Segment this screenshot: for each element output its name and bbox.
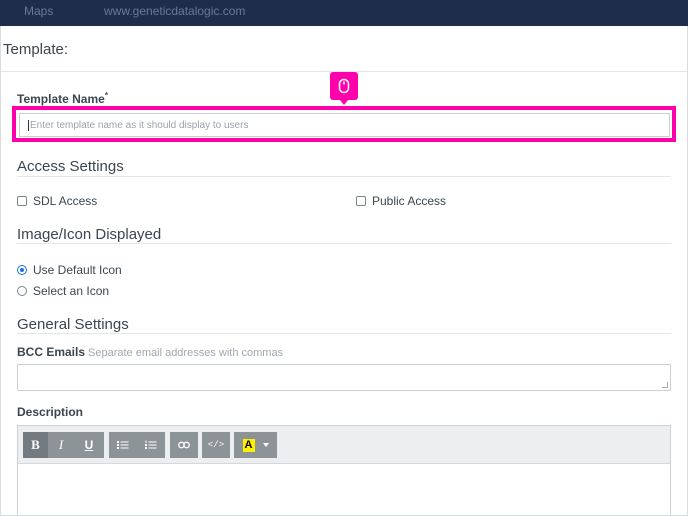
nav-maps-link[interactable]: Maps [24,4,53,18]
underline-button[interactable]: U [74,432,104,458]
sdl-access-label: SDL Access [33,194,98,208]
sdl-access-checkbox[interactable] [17,196,27,206]
select-icon-radio-row[interactable]: Select an Icon [17,284,109,298]
resize-grip-icon[interactable] [662,382,668,388]
bcc-emails-label-text: BCC Emails [17,345,86,359]
public-access-label: Public Access [372,194,447,208]
code-button[interactable]: </> [202,432,230,458]
general-settings-heading: General Settings [17,316,129,333]
bcc-emails-label: BCC Emails Separate email addresses with … [17,345,283,359]
public-access-checkbox[interactable] [356,196,366,206]
italic-button[interactable]: I [48,432,74,458]
mouse-icon [338,78,350,94]
access-settings-heading: Access Settings [17,158,124,175]
bullet-list-button[interactable] [109,432,137,458]
nav-site-link[interactable]: www.geneticdatalogic.com [104,4,245,18]
modal-title: Template: [1,26,687,72]
select-icon-label: Select an Icon [33,284,110,298]
image-icon-heading: Image/Icon Displayed [17,226,162,243]
section-divider [17,333,671,334]
numbered-list-icon [145,440,157,449]
link-button[interactable] [170,432,198,458]
section-divider [17,243,671,244]
template-name-label-text: Template Name [17,92,105,106]
template-name-label: Template Name* [17,91,108,106]
default-icon-label: Use Default Icon [33,263,122,277]
highlight-swatch: A [242,438,255,452]
bcc-emails-field[interactable] [17,364,671,391]
highlight-color-button[interactable]: A [234,432,277,458]
template-name-input[interactable]: Enter template name as it should display… [19,113,670,137]
numbered-list-button[interactable] [137,432,165,458]
default-icon-radio-row[interactable]: Use Default Icon [17,263,122,277]
public-access-checkbox-row[interactable]: Public Access [356,194,446,208]
template-name-placeholder: Enter template name as it should display… [30,119,249,131]
mouse-click-icon [330,72,358,105]
select-icon-radio[interactable] [17,286,27,296]
description-editor: B I U </> A [17,425,671,516]
top-navigation-bar: Maps www.geneticdatalogic.com [0,0,688,26]
template-name-highlight: Enter template name as it should display… [12,106,676,142]
bullet-list-icon [117,441,129,449]
section-divider [17,176,671,177]
description-label: Description [17,405,84,419]
editor-toolbar: B I U </> A [18,426,670,464]
sdl-access-checkbox-row[interactable]: SDL Access [17,194,97,208]
default-icon-radio[interactable] [17,265,27,275]
text-caret [28,119,29,131]
required-mark: * [104,91,108,100]
link-icon [178,441,190,449]
chevron-down-icon [262,443,269,447]
bcc-emails-hint: Separate email addresses with commas [88,347,284,359]
bold-button[interactable]: B [23,432,48,458]
